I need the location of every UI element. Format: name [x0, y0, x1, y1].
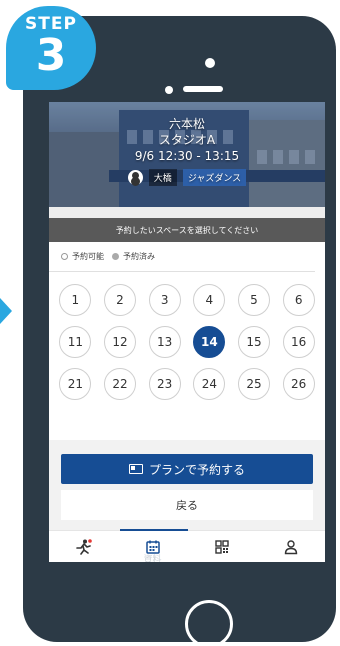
- tab-ghost-label: 資料: [143, 555, 162, 562]
- spot-button[interactable]: 3: [148, 284, 181, 316]
- sensor-icon: [165, 86, 173, 94]
- step-arrow-icon: [0, 298, 12, 324]
- tab-account[interactable]: [256, 531, 325, 562]
- person-icon: [284, 539, 297, 554]
- instructor-name: 大橋: [148, 169, 177, 186]
- reserved-dot-icon: [112, 253, 119, 260]
- spot-button[interactable]: 21: [59, 368, 92, 400]
- spot-button[interactable]: 23: [148, 368, 181, 400]
- qr-code-icon: [214, 539, 229, 554]
- availability-legend: 予約可能 予約済み: [49, 242, 315, 272]
- spot-button[interactable]: 4: [193, 284, 226, 316]
- step-number: 3: [35, 30, 67, 81]
- spot-button[interactable]: 5: [237, 284, 270, 316]
- instruction-banner: 予約したいスペースを選択してください: [49, 218, 325, 242]
- spot-button[interactable]: 6: [282, 284, 315, 316]
- home-button[interactable]: [185, 600, 233, 646]
- step-badge: STEP 3: [6, 6, 96, 90]
- member-card-icon: [128, 464, 143, 474]
- spot-button[interactable]: 13: [148, 326, 181, 358]
- class-datetime: 9/6 12:30 - 13:15: [134, 149, 240, 163]
- legend-available-label: 予約可能: [72, 252, 104, 261]
- spot-button[interactable]: 2: [103, 284, 136, 316]
- app-screen: 六本松 スタジオA 9/6 12:30 - 13:15 大橋 ジャズダンス 予約…: [49, 102, 325, 562]
- speaker-icon: [183, 86, 223, 92]
- plan-reserve-button[interactable]: プランで予約する: [61, 454, 313, 484]
- program-tag: ジャズダンス: [182, 169, 247, 186]
- spot-grid: 1 2 3 4 5 6 11 12 13 14 15 16 21 22 23 24 25 26: [49, 272, 325, 400]
- spot-button[interactable]: 25: [237, 368, 270, 400]
- spot-button-selected[interactable]: 14: [193, 326, 226, 358]
- step-label: STEP: [25, 14, 77, 34]
- spot-button[interactable]: 26: [282, 368, 315, 400]
- spot-button[interactable]: 12: [103, 326, 136, 358]
- spot-button[interactable]: 24: [193, 368, 226, 400]
- camera-icon: [205, 58, 215, 68]
- tab-calendar[interactable]: 資料: [118, 531, 187, 562]
- bottom-tab-bar: 資料: [49, 529, 325, 562]
- spot-button[interactable]: 11: [59, 326, 92, 358]
- tab-running[interactable]: [49, 531, 118, 562]
- available-dot-icon: [61, 253, 68, 260]
- back-button[interactable]: 戻る: [61, 490, 313, 520]
- tab-qr[interactable]: [187, 531, 256, 562]
- studio-name: スタジオA: [158, 133, 216, 147]
- spot-button[interactable]: 22: [103, 368, 136, 400]
- spot-button[interactable]: 15: [237, 326, 270, 358]
- class-hero: 六本松 スタジオA 9/6 12:30 - 13:15 大橋 ジャズダンス: [49, 102, 325, 207]
- instructor-avatar-icon: [127, 170, 143, 185]
- plan-reserve-label: プランで予約する: [148, 462, 245, 477]
- location-name: 六本松: [168, 117, 205, 131]
- spot-button[interactable]: 16: [282, 326, 315, 358]
- running-icon: [75, 538, 92, 555]
- spot-button[interactable]: 1: [59, 284, 92, 316]
- action-area: プランで予約する 戻る: [49, 440, 325, 530]
- legend-reserved-label: 予約済み: [123, 252, 155, 261]
